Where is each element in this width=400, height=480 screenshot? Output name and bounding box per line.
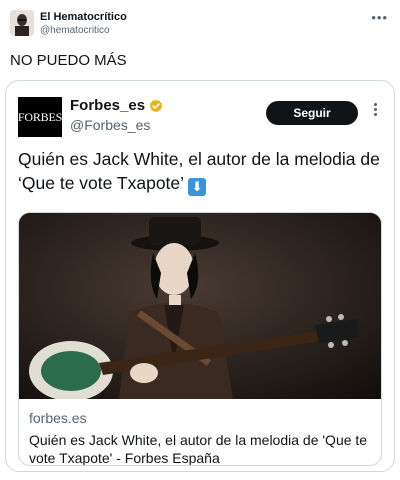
author-name[interactable]: El Hematocrítico <box>40 11 127 23</box>
verified-badge-icon <box>149 99 163 112</box>
outer-tweet-header: El Hematocrítico @hematocritico ••• <box>10 8 390 40</box>
quoted-author-row: Forbes_es <box>70 97 163 114</box>
quoted-author-handle[interactable]: @Forbes_es <box>70 117 150 133</box>
quoted-author-name[interactable]: Forbes_es <box>70 97 145 114</box>
quoted-tweet-text-block: Quién es Jack White, el autor de la melo… <box>18 147 386 196</box>
author-avatar[interactable] <box>10 10 34 36</box>
link-title[interactable]: Quién es Jack White, el autor de la melo… <box>29 431 375 465</box>
quoted-tweet-card[interactable]: FORBES Forbes_es @Forbes_es Seguir Quién… <box>5 80 395 472</box>
forbes-logo-avatar[interactable]: FORBES <box>18 97 62 137</box>
forbes-logo-text: FORBES <box>17 109 63 124</box>
tweet-text: NO PUEDO MÁS <box>10 52 127 69</box>
article-photo[interactable] <box>19 213 381 399</box>
more-vertical-icon[interactable] <box>370 101 380 121</box>
more-horizontal-icon[interactable]: ••• <box>371 10 388 25</box>
follow-button[interactable]: Seguir <box>266 101 358 125</box>
down-arrow-emoji-icon: ⬇ <box>188 178 207 196</box>
link-domain: forbes.es <box>29 410 87 426</box>
link-preview-card[interactable]: forbes.es Quién es Jack White, el autor … <box>18 212 382 466</box>
author-handle[interactable]: @hematocritico <box>40 25 110 36</box>
